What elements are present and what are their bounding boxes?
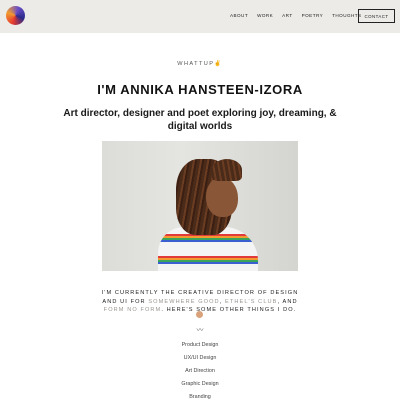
skill-item: Graphic Design bbox=[181, 381, 219, 387]
link-ethels-club[interactable]: ETHEL'S CLUB bbox=[225, 299, 278, 305]
nav-item-work[interactable]: WORK bbox=[257, 13, 273, 18]
link-somewhere-good[interactable]: SOMEWHERE GOOD bbox=[148, 299, 219, 305]
skill-item: Art Direction bbox=[185, 368, 215, 374]
skill-item: UX/UI Design bbox=[183, 355, 217, 361]
page-title: I'M ANNIKA HANSTEEN-IZORA bbox=[97, 82, 303, 97]
skill-item: Branding bbox=[189, 394, 211, 400]
wave-divider-icon: 〰 bbox=[196, 327, 204, 334]
skill-item: Product Design bbox=[181, 342, 219, 348]
bio-text: . HERE'S SOME OTHER THINGS I DO. bbox=[161, 307, 297, 314]
nav-item-art[interactable]: ART bbox=[282, 13, 292, 18]
hand-emoji-icon bbox=[196, 311, 203, 318]
logo-icon[interactable] bbox=[6, 6, 25, 25]
bio-text: , AND bbox=[277, 298, 298, 305]
portrait-photo bbox=[102, 141, 298, 271]
page-subtitle: Art director, designer and poet explorin… bbox=[63, 108, 337, 132]
nav-item-about[interactable]: ABOUT bbox=[230, 13, 248, 18]
site-header: ABOUT WORK ART POETRY THOUGHTS CONTACT bbox=[0, 0, 400, 33]
eyebrow-greeting: WHATTUP✌️ bbox=[177, 61, 223, 67]
nav-item-poetry[interactable]: POETRY bbox=[302, 13, 324, 18]
main-nav: ABOUT WORK ART POETRY THOUGHTS bbox=[230, 13, 371, 18]
contact-button[interactable]: CONTACT bbox=[358, 9, 395, 23]
link-form-no-form[interactable]: FORM NO FORM bbox=[104, 307, 162, 313]
